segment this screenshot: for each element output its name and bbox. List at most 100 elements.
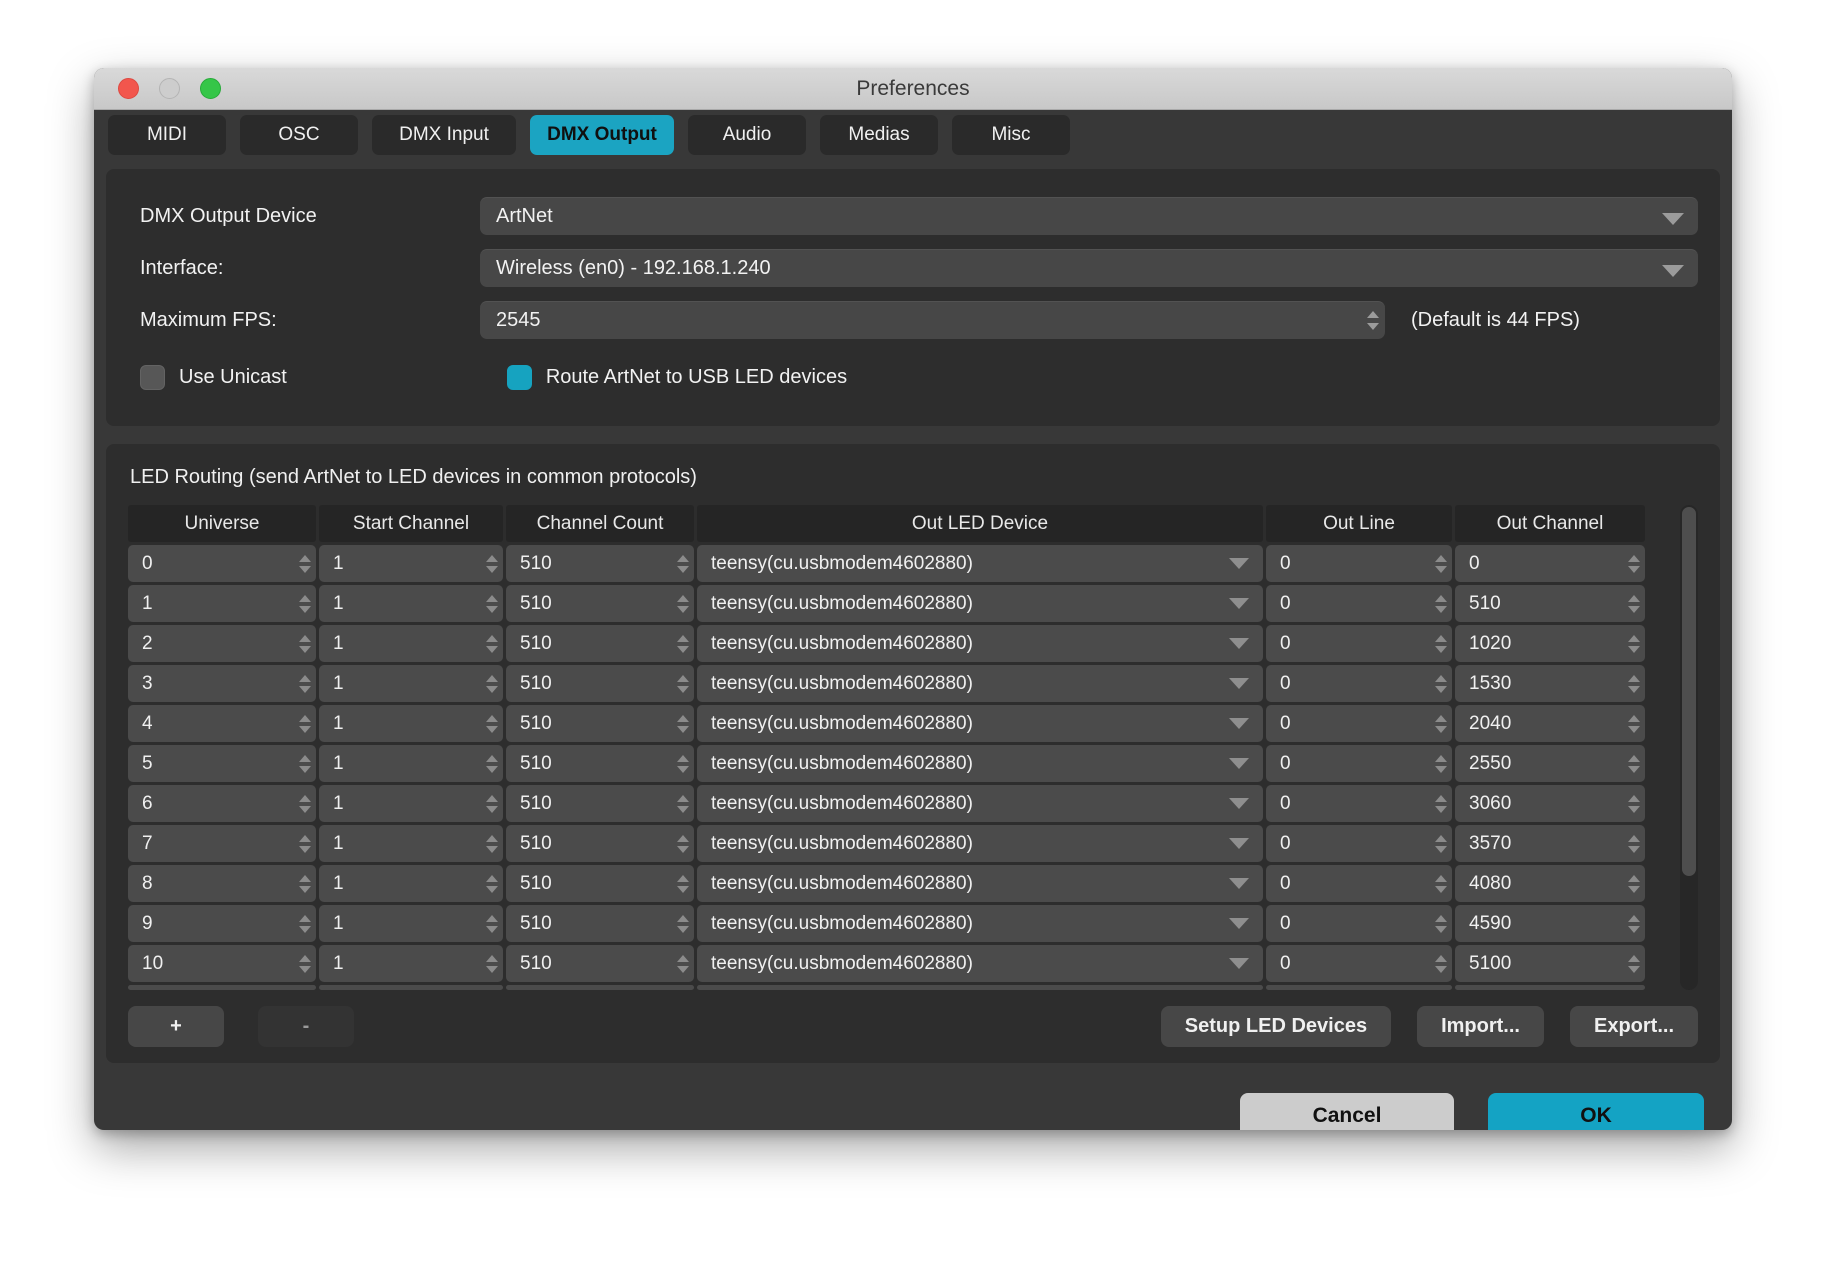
- stepper-arrows-icon[interactable]: [299, 745, 311, 782]
- out-led-device-dropdown[interactable]: teensy(cu.usbmodem4602880): [697, 785, 1263, 822]
- universe-cell[interactable]: 8: [128, 865, 316, 902]
- start-channel-cell[interactable]: 1: [319, 745, 503, 782]
- start-channel-cell[interactable]: 1: [319, 865, 503, 902]
- channel-count-cell[interactable]: 510: [506, 745, 694, 782]
- stepper-arrows-icon[interactable]: [486, 625, 498, 662]
- universe-cell[interactable]: 4: [128, 705, 316, 742]
- stepper-arrows-icon[interactable]: [486, 585, 498, 622]
- start-channel-cell[interactable]: 1: [319, 625, 503, 662]
- out-led-device-dropdown[interactable]: teensy(cu.usbmodem4602880): [697, 745, 1263, 782]
- out-led-device-dropdown[interactable]: teensy(cu.usbmodem4602880): [697, 825, 1263, 862]
- stepper-arrows-icon[interactable]: [1435, 945, 1447, 982]
- stepper-arrows-icon[interactable]: [1367, 306, 1379, 335]
- out-led-device-dropdown[interactable]: teensy(cu.usbmodem4602880): [697, 905, 1263, 942]
- interface-dropdown[interactable]: Wireless (en0) - 192.168.1.240: [480, 249, 1698, 287]
- out-channel-cell[interactable]: 510: [1455, 585, 1645, 622]
- out-line-cell[interactable]: 0: [1266, 625, 1452, 662]
- out-channel-cell[interactable]: 4590: [1455, 905, 1645, 942]
- channel-count-cell[interactable]: 510: [506, 825, 694, 862]
- out-channel-cell[interactable]: 4080: [1455, 865, 1645, 902]
- tab-audio[interactable]: Audio: [688, 115, 806, 155]
- stepper-arrows-icon[interactable]: [677, 625, 689, 662]
- stepper-arrows-icon[interactable]: [1628, 865, 1640, 902]
- out-channel-cell[interactable]: 2040: [1455, 705, 1645, 742]
- stepper-arrows-icon[interactable]: [1435, 705, 1447, 742]
- stepper-arrows-icon[interactable]: [299, 825, 311, 862]
- out-channel-cell[interactable]: 1530: [1455, 665, 1645, 702]
- stepper-arrows-icon[interactable]: [1435, 585, 1447, 622]
- stepper-arrows-icon[interactable]: [486, 905, 498, 942]
- start-channel-cell[interactable]: 1: [319, 905, 503, 942]
- out-line-cell[interactable]: 0: [1266, 825, 1452, 862]
- out-line-cell[interactable]: 0: [1266, 745, 1452, 782]
- stepper-arrows-icon[interactable]: [677, 545, 689, 582]
- stepper-arrows-icon[interactable]: [1435, 905, 1447, 942]
- channel-count-cell[interactable]: 510: [506, 865, 694, 902]
- stepper-arrows-icon[interactable]: [299, 865, 311, 902]
- stepper-arrows-icon[interactable]: [1628, 905, 1640, 942]
- out-channel-cell[interactable]: 3570: [1455, 825, 1645, 862]
- stepper-arrows-icon[interactable]: [1435, 545, 1447, 582]
- stepper-arrows-icon[interactable]: [1628, 745, 1640, 782]
- stepper-arrows-icon[interactable]: [299, 665, 311, 702]
- table-scrollbar[interactable]: [1680, 505, 1698, 990]
- universe-cell[interactable]: 2: [128, 625, 316, 662]
- stepper-arrows-icon[interactable]: [677, 665, 689, 702]
- stepper-arrows-icon[interactable]: [677, 785, 689, 822]
- start-channel-cell[interactable]: 1: [319, 545, 503, 582]
- start-channel-cell[interactable]: 1: [319, 825, 503, 862]
- fps-stepper[interactable]: 2545: [480, 301, 1385, 339]
- use-unicast-checkbox[interactable]: [140, 365, 165, 390]
- out-led-device-dropdown[interactable]: teensy(cu.usbmodem4602880): [697, 625, 1263, 662]
- route-artnet-checkbox[interactable]: [507, 365, 532, 390]
- stepper-arrows-icon[interactable]: [677, 585, 689, 622]
- universe-cell[interactable]: 7: [128, 825, 316, 862]
- device-dropdown[interactable]: ArtNet: [480, 197, 1698, 235]
- table-scrollbar-thumb[interactable]: [1682, 507, 1696, 876]
- export-button[interactable]: Export...: [1570, 1006, 1698, 1047]
- out-led-device-dropdown[interactable]: teensy(cu.usbmodem4602880): [697, 585, 1263, 622]
- stepper-arrows-icon[interactable]: [1435, 745, 1447, 782]
- universe-cell[interactable]: 10: [128, 945, 316, 982]
- stepper-arrows-icon[interactable]: [299, 945, 311, 982]
- out-led-device-dropdown[interactable]: teensy(cu.usbmodem4602880): [697, 545, 1263, 582]
- stepper-arrows-icon[interactable]: [1628, 785, 1640, 822]
- tab-medias[interactable]: Medias: [820, 115, 938, 155]
- stepper-arrows-icon[interactable]: [299, 545, 311, 582]
- channel-count-cell[interactable]: 510: [506, 665, 694, 702]
- stepper-arrows-icon[interactable]: [299, 785, 311, 822]
- channel-count-cell[interactable]: 510: [506, 705, 694, 742]
- start-channel-cell[interactable]: 1: [319, 585, 503, 622]
- stepper-arrows-icon[interactable]: [486, 785, 498, 822]
- out-channel-cell[interactable]: 2550: [1455, 745, 1645, 782]
- stepper-arrows-icon[interactable]: [677, 945, 689, 982]
- stepper-arrows-icon[interactable]: [299, 905, 311, 942]
- setup-led-devices-button[interactable]: Setup LED Devices: [1161, 1006, 1391, 1047]
- channel-count-cell[interactable]: 510: [506, 585, 694, 622]
- stepper-arrows-icon[interactable]: [677, 905, 689, 942]
- stepper-arrows-icon[interactable]: [677, 745, 689, 782]
- out-channel-cell[interactable]: 5100: [1455, 945, 1645, 982]
- stepper-arrows-icon[interactable]: [1435, 665, 1447, 702]
- start-channel-cell[interactable]: 1: [319, 785, 503, 822]
- stepper-arrows-icon[interactable]: [1628, 665, 1640, 702]
- tab-misc[interactable]: Misc: [952, 115, 1070, 155]
- out-line-cell[interactable]: 0: [1266, 585, 1452, 622]
- tab-dmx-output[interactable]: DMX Output: [530, 115, 674, 155]
- stepper-arrows-icon[interactable]: [1435, 825, 1447, 862]
- universe-cell[interactable]: 3: [128, 665, 316, 702]
- start-channel-cell[interactable]: 1: [319, 665, 503, 702]
- stepper-arrows-icon[interactable]: [486, 945, 498, 982]
- stepper-arrows-icon[interactable]: [1435, 785, 1447, 822]
- channel-count-cell[interactable]: 510: [506, 545, 694, 582]
- channel-count-cell[interactable]: 510: [506, 625, 694, 662]
- stepper-arrows-icon[interactable]: [1628, 945, 1640, 982]
- remove-row-button[interactable]: -: [258, 1006, 354, 1047]
- import-button[interactable]: Import...: [1417, 1006, 1544, 1047]
- channel-count-cell[interactable]: 510: [506, 945, 694, 982]
- out-led-device-dropdown[interactable]: teensy(cu.usbmodem4602880): [697, 945, 1263, 982]
- out-channel-cell[interactable]: 1020: [1455, 625, 1645, 662]
- universe-cell[interactable]: 5: [128, 745, 316, 782]
- channel-count-cell[interactable]: 510: [506, 785, 694, 822]
- universe-cell[interactable]: 1: [128, 585, 316, 622]
